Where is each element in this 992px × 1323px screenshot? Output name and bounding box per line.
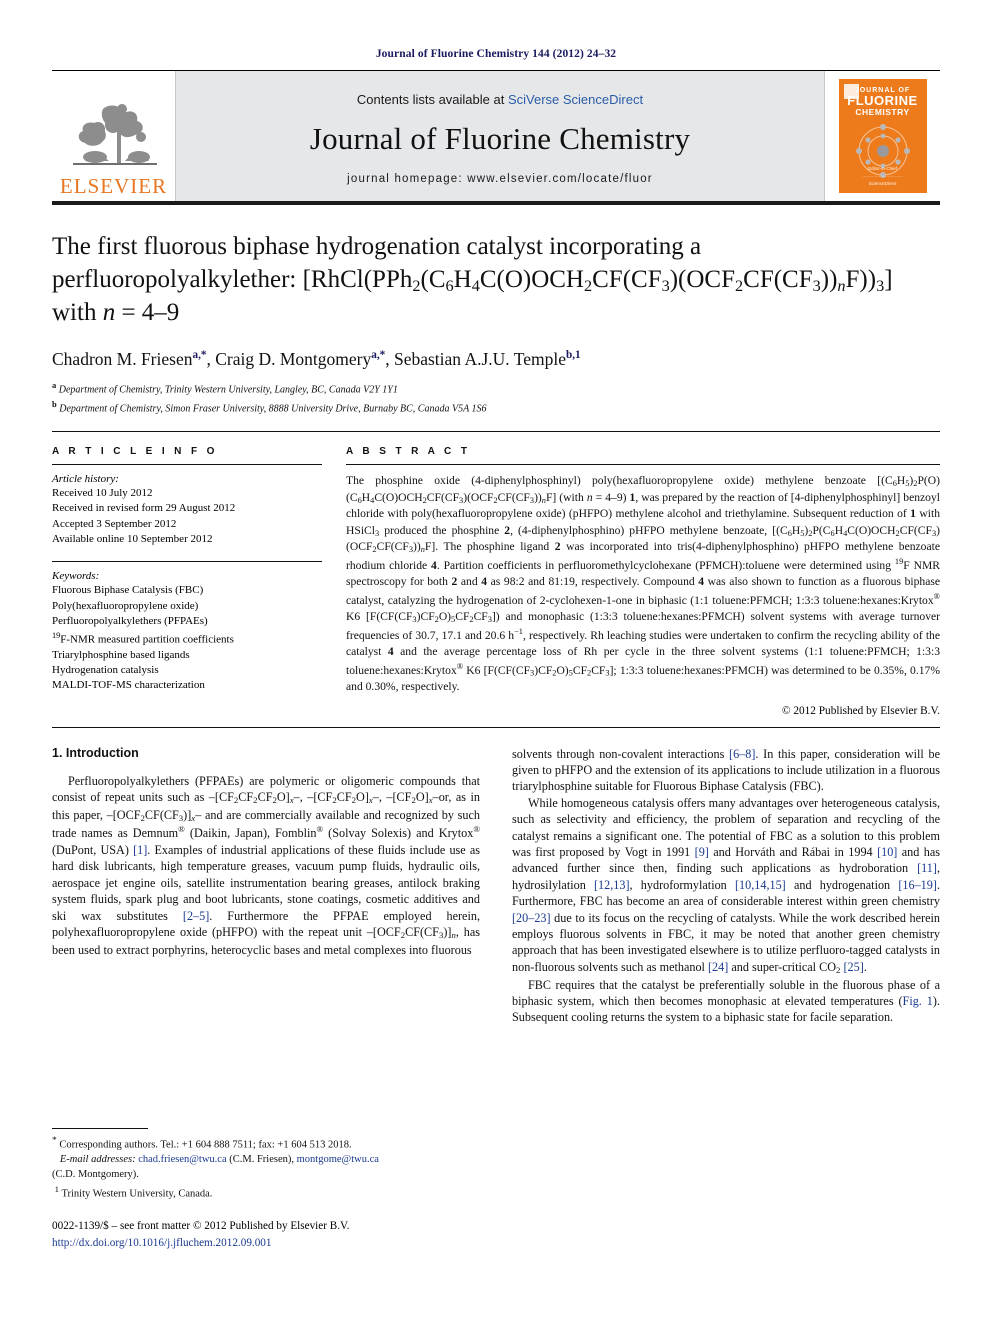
footnote-block: * Corresponding authors. Tel.: +1 604 88…	[52, 1128, 480, 1203]
history-revised: Received in revised form 29 August 2012	[52, 502, 236, 515]
article-body: 1. Introduction Perfluoropolyalkylethers…	[52, 746, 940, 1026]
author-3: Sebastian A.J.U. Temple	[393, 349, 566, 370]
citation-link[interactable]: [6–8]	[729, 747, 755, 761]
contents-prefix: Contents lists available at	[356, 91, 508, 107]
email-link-montgomery[interactable]: montgome@twu.ca	[297, 1154, 379, 1165]
citation-link[interactable]: [9]	[695, 845, 709, 859]
abstract-bottom-divider	[52, 726, 940, 728]
citation-link[interactable]: [2–5]	[183, 909, 209, 923]
figure-link[interactable]: Fig. 1	[903, 994, 933, 1008]
footnote-1-text: Trinity Western University, Canada.	[61, 1188, 213, 1200]
keyword-item: Triarylphosphine based ligands	[52, 648, 190, 661]
article-info-divider	[52, 463, 322, 465]
footnote-1-marker: 1	[54, 1184, 59, 1195]
paper-page: Journal of Fluorine Chemistry 144 (2012)…	[0, 0, 992, 1323]
affiliation-a: a Department of Chemistry, Trinity Weste…	[52, 379, 940, 398]
history-received: Received 10 July 2012	[52, 486, 153, 499]
history-accepted: Accepted 3 September 2012	[52, 517, 177, 530]
elsevier-logo-block: ELSEVIER	[52, 71, 176, 201]
masthead-center: Contents lists available at SciVerse Sci…	[176, 71, 824, 201]
footnote-1: 1 Trinity Western University, Canada.	[52, 1183, 480, 1202]
contents-available-line: Contents lists available at SciVerse Sci…	[357, 92, 643, 107]
imprint-block: 0022-1139/$ – see front matter © 2012 Pu…	[52, 1218, 512, 1252]
body-column-right: solvents through non-covalent interactio…	[512, 746, 940, 1026]
affiliation-b-marker: b	[52, 399, 57, 410]
footnote-corresponding-text: Corresponding authors. Tel.: +1 604 888 …	[59, 1139, 352, 1151]
keyword-item: Perfluoropolyalkylethers (PFPAEs)	[52, 615, 208, 628]
section-heading-introduction: 1. Introduction	[52, 745, 139, 760]
footnote-divider	[52, 1128, 148, 1129]
title-divider	[52, 430, 940, 432]
journal-masthead: ELSEVIER Contents lists available at Sci…	[52, 71, 940, 205]
article-history-label: Article history:	[52, 472, 119, 485]
keyword-item: MALDI-TOF-MS characterization	[52, 679, 205, 692]
author-list: Chadron M. Friesena,*, Craig D. Montgome…	[52, 349, 581, 370]
body-column-left: 1. Introduction Perfluoropolyalkylethers…	[52, 746, 480, 1026]
abstract-column: A B S T R A C T The phosphine oxide (4-d…	[346, 446, 940, 717]
elsevier-tree-icon	[72, 104, 157, 165]
article-info-column: A R T I C L E I N F O Article history: R…	[52, 446, 322, 717]
email-link-friesen[interactable]: chad.friesen@twu.ca	[138, 1154, 226, 1165]
doi-link[interactable]: http://dx.doi.org/10.1016/j.jfluchem.201…	[52, 1235, 512, 1252]
citation-link[interactable]: [16–19]	[898, 878, 937, 892]
abstract-body: The phosphine oxide (4-diphenylphosphiny…	[346, 473, 940, 694]
keyword-item: 19F-NMR measured partition coefficients	[52, 630, 234, 646]
author-3-marker[interactable]: b,1	[566, 349, 581, 361]
keywords-block: Keywords: Fluorous Biphase Catalysis (FB…	[52, 561, 322, 693]
keyword-item: Hydrogenation catalysis	[52, 664, 159, 677]
cover-footer-1: Editor-in-Chief	[868, 166, 897, 172]
article-info-heading: A R T I C L E I N F O	[52, 445, 218, 457]
journal-homepage[interactable]: journal homepage: www.elsevier.com/locat…	[347, 173, 653, 185]
citation-link[interactable]: [10]	[877, 845, 897, 859]
citation-link[interactable]: [10,14,15]	[735, 878, 786, 892]
journal-cover-thumbnail[interactable]: JOURNAL OF FLUORINE CHEMISTRY Editor-in-…	[838, 79, 927, 193]
masthead-right: JOURNAL OF FLUORINE CHEMISTRY Editor-in-…	[824, 71, 940, 201]
citation-link[interactable]: [25]	[843, 960, 863, 974]
cover-line-3: CHEMISTRY	[855, 106, 910, 117]
keywords-label: Keywords:	[52, 570, 100, 583]
abstract-copyright: © 2012 Published by Elsevier B.V.	[781, 704, 940, 717]
abstract-heading: A B S T R A C T	[346, 445, 471, 457]
affiliation-a-marker: a	[52, 380, 57, 391]
intro-paragraph-3: FBC requires that the catalyst be prefer…	[512, 977, 940, 1025]
citation-link[interactable]: [24]	[708, 960, 728, 974]
affiliation-b: b Department of Chemistry, Simon Fraser …	[52, 398, 940, 417]
email-owner-1: (C.M. Friesen),	[229, 1154, 294, 1166]
abstract-divider	[346, 463, 940, 465]
imprint-line: 0022-1139/$ – see front matter © 2012 Pu…	[52, 1220, 350, 1232]
keyword-item: Fluorous Biphase Catalysis (FBC)	[52, 584, 204, 597]
author-2: Craig D. Montgomery	[215, 349, 372, 370]
citation-link[interactable]: [20–23]	[512, 911, 551, 925]
keyword-item: Poly(hexafluoropropylene oxide)	[52, 599, 199, 612]
title-block: The first fluorous biphase hydrogenation…	[52, 231, 940, 432]
journal-title: Journal of Fluorine Chemistry	[309, 120, 691, 156]
affiliation-b-text: Department of Chemistry, Simon Fraser Un…	[59, 403, 487, 415]
keywords-divider	[52, 561, 322, 563]
history-online: Available online 10 September 2012	[52, 533, 213, 546]
cover-footer-2: ···························	[862, 173, 903, 179]
email-owner-2: (C.D. Montgomery).	[52, 1169, 139, 1181]
info-abstract-region: A R T I C L E I N F O Article history: R…	[52, 446, 940, 717]
intro-paragraph-1: Perfluoropolyalkylethers (PFPAEs) are po…	[52, 773, 480, 957]
elsevier-wordmark: ELSEVIER	[59, 174, 168, 198]
citation-link[interactable]: [12,13]	[594, 878, 630, 892]
author-1: Chadron M. Friesen	[52, 349, 193, 370]
affiliation-a-text: Department of Chemistry, Trinity Western…	[58, 384, 398, 396]
email-label: E-mail addresses:	[59, 1154, 136, 1166]
cover-line-2: FLUORINE	[847, 93, 918, 109]
intro-paragraph-1-continued: solvents through non-covalent interactio…	[512, 746, 940, 794]
page-title: The first fluorous biphase hydrogenation…	[52, 233, 893, 326]
author-2-marker[interactable]: a,*	[371, 349, 385, 361]
asterisk-icon: *	[52, 1136, 57, 1146]
running-head: Journal of Fluorine Chemistry 144 (2012)…	[375, 48, 617, 60]
citation-link[interactable]: [1]	[133, 843, 147, 857]
sciencedirect-link[interactable]: SciVerse ScienceDirect	[508, 92, 643, 107]
intro-paragraph-2: While homogeneous catalysis offers many …	[512, 795, 941, 975]
cover-footer: Editor-in-Chief ························…	[839, 165, 927, 187]
cover-title: JOURNAL OF FLUORINE CHEMISTRY	[839, 87, 927, 117]
citation-link[interactable]: [11]	[917, 861, 937, 875]
author-1-marker[interactable]: a,*	[192, 349, 206, 361]
cover-footer-3: ScienceDirect	[868, 180, 897, 186]
footnote-corresponding: * Corresponding authors. Tel.: +1 604 88…	[52, 1135, 480, 1183]
